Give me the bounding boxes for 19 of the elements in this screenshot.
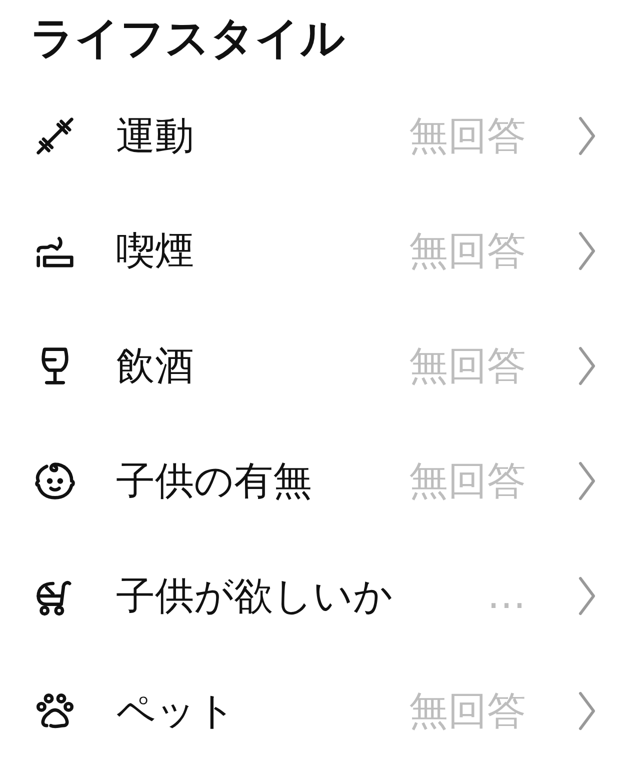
section-title: ライフスタイル: [30, 12, 346, 66]
item-value: 無回答: [409, 688, 526, 736]
list-item[interactable]: 喫煙 無回答: [30, 193, 600, 308]
item-label: ペット: [116, 688, 237, 736]
list-item[interactable]: 子供の有無 無回答: [30, 423, 600, 538]
item-value: 無回答: [409, 342, 526, 390]
item-label: 飲酒: [116, 342, 195, 390]
list-item[interactable]: 運動 無回答: [30, 78, 600, 193]
item-value: 無回答: [409, 228, 526, 276]
item-label: 喫煙: [116, 228, 195, 276]
item-value: 無回答: [409, 458, 526, 506]
item-value: 無回答: [409, 112, 526, 160]
item-value: …: [487, 573, 526, 618]
list-item[interactable]: 子供が欲しいか …: [30, 538, 600, 653]
item-label: 運動: [116, 112, 195, 160]
list-item[interactable]: 飲酒 無回答: [30, 308, 600, 423]
item-label: 子供が欲しいか: [116, 572, 394, 620]
list-item[interactable]: ペット 無回答: [30, 653, 600, 768]
item-label: 子供の有無: [116, 458, 313, 506]
